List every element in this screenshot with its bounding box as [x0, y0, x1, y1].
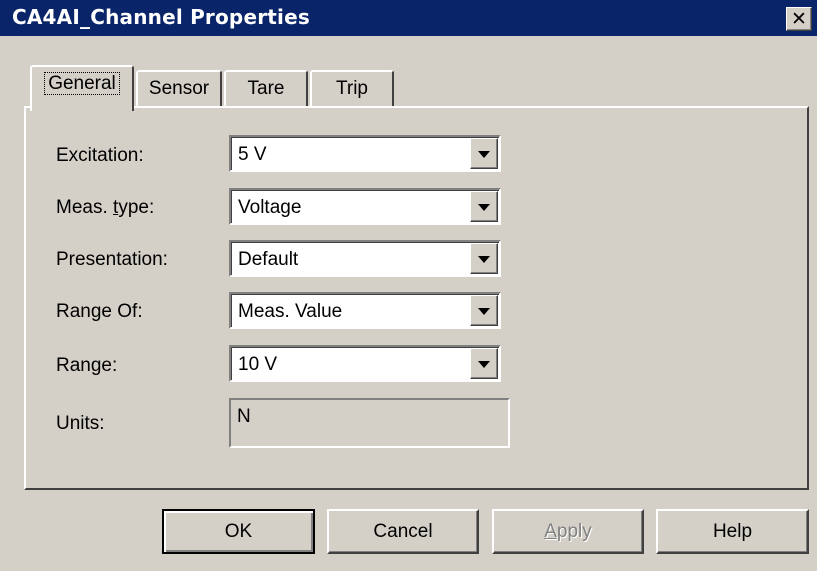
units-value: N [237, 406, 251, 427]
chevron-down-icon [478, 361, 490, 368]
presentation-select[interactable]: Default [229, 240, 501, 277]
range-of-label: Range Of: [56, 301, 143, 322]
meas-type-value: Voltage [238, 197, 302, 218]
close-button[interactable]: ✕ [786, 7, 812, 31]
presentation-dropdown-button[interactable] [470, 243, 498, 274]
tab-trip-label: Trip [335, 78, 369, 99]
ok-button-label: OK [224, 521, 253, 542]
tab-sensor-label: Sensor [148, 78, 210, 99]
range-of-value: Meas. Value [238, 301, 343, 322]
excitation-select[interactable]: 5 V [229, 135, 501, 172]
apply-rest: pply [556, 521, 592, 542]
meas-type-label-rest: ype: [118, 197, 155, 218]
units-label: Units: [56, 413, 105, 434]
meas-type-label: Meas. type: [56, 197, 154, 219]
apply-accel: A [544, 521, 557, 542]
chevron-down-icon [478, 256, 490, 263]
tab-general-label: General [44, 72, 120, 95]
chevron-down-icon [478, 204, 490, 211]
range-value: 10 V [238, 354, 278, 375]
tab-tare[interactable]: Tare [224, 70, 308, 108]
chevron-down-icon [478, 308, 490, 315]
cancel-button-label: Cancel [373, 521, 433, 542]
cancel-button[interactable]: Cancel [327, 509, 479, 554]
range-of-select[interactable]: Meas. Value [229, 292, 501, 329]
tab-general[interactable]: General [30, 65, 134, 111]
excitation-label: Excitation: [56, 145, 144, 166]
excitation-value: 5 V [238, 144, 267, 165]
close-icon: ✕ [791, 7, 807, 30]
presentation-label: Presentation: [56, 249, 168, 270]
apply-button-label: Apply [544, 521, 592, 542]
range-dropdown-button[interactable] [470, 348, 498, 379]
title-bar: CA4AI_Channel Properties ✕ [0, 0, 817, 36]
presentation-value: Default [238, 249, 299, 270]
units-field: N [229, 398, 510, 448]
help-button[interactable]: Help [656, 509, 809, 554]
meas-type-dropdown-button[interactable] [470, 191, 498, 222]
window-title: CA4AI_Channel Properties [12, 5, 310, 29]
meas-type-label-text: Meas. [56, 197, 114, 218]
help-button-label: Help [712, 521, 753, 542]
chevron-down-icon [478, 151, 490, 158]
tab-trip[interactable]: Trip [310, 70, 394, 108]
range-label: Range: [56, 355, 118, 376]
tab-tare-label: Tare [247, 78, 285, 99]
excitation-dropdown-button[interactable] [470, 138, 498, 169]
range-of-dropdown-button[interactable] [470, 295, 498, 326]
tab-sensor[interactable]: Sensor [136, 70, 222, 108]
range-select[interactable]: 10 V [229, 345, 501, 382]
apply-button[interactable]: Apply [492, 509, 644, 554]
meas-type-select[interactable]: Voltage [229, 188, 501, 225]
ok-button[interactable]: OK [162, 509, 315, 554]
